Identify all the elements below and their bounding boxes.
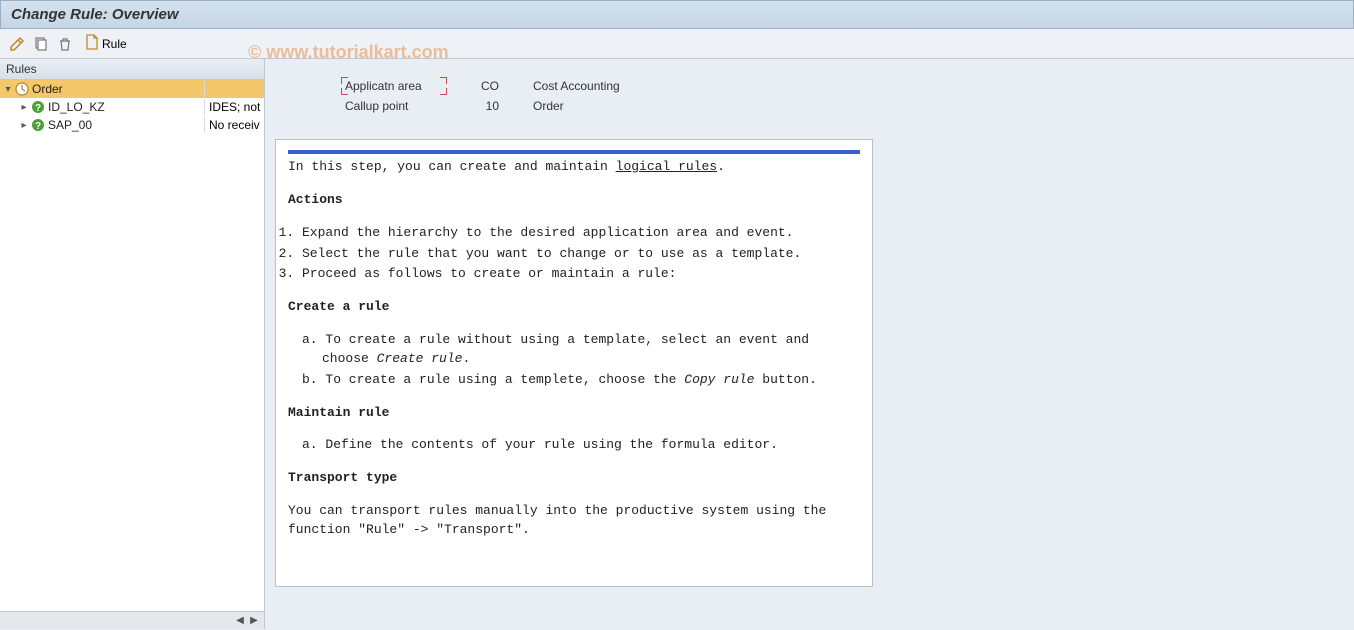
clock-icon bbox=[14, 81, 30, 97]
question-icon: ? bbox=[30, 117, 46, 133]
doc-maintain-list: a. Define the contents of your rule usin… bbox=[302, 436, 860, 455]
doc-create-list: a. To create a rule without using a temp… bbox=[302, 331, 860, 390]
form-area: Applicatn area CO Cost Accounting Callup… bbox=[265, 59, 1354, 129]
doc-actions-list: Expand the hierarchy to the desired appl… bbox=[302, 224, 860, 285]
expander-icon[interactable]: ▸ bbox=[18, 102, 30, 113]
expander-icon[interactable]: ▾ bbox=[2, 84, 14, 95]
copy-icon[interactable] bbox=[32, 35, 50, 53]
edit-icon[interactable] bbox=[8, 35, 26, 53]
main-container: Rules ▾ Order ▸ ? bbox=[0, 59, 1354, 629]
form-label-callup: Callup point bbox=[345, 99, 455, 113]
tree-body[interactable]: ▾ Order ▸ ? ID_LO_KZ IDES; not bbox=[0, 80, 264, 611]
document-icon bbox=[85, 34, 99, 53]
scroll-right-icon[interactable]: ▶ bbox=[248, 615, 260, 627]
delete-icon[interactable] bbox=[56, 35, 74, 53]
form-row-callup: Callup point 10 Order bbox=[345, 99, 1314, 113]
form-desc-app: Cost Accounting bbox=[533, 79, 620, 93]
doc-create-item: a. To create a rule without using a temp… bbox=[302, 331, 860, 369]
tree-col2: No receiv bbox=[205, 118, 264, 132]
doc-wrapper: In this step, you can create and maintai… bbox=[275, 139, 873, 587]
doc-create-item: b. To create a rule using a templete, ch… bbox=[302, 371, 860, 390]
form-value-app: CO bbox=[469, 79, 499, 93]
doc-action-item: Select the rule that you want to change … bbox=[302, 245, 860, 264]
question-icon: ? bbox=[30, 99, 46, 115]
doc-heading-transport: Transport type bbox=[288, 469, 860, 488]
doc-intro: In this step, you can create and maintai… bbox=[288, 158, 860, 177]
doc-rule bbox=[288, 150, 860, 154]
expander-icon[interactable]: ▸ bbox=[18, 120, 30, 131]
tree-row-order[interactable]: ▾ Order bbox=[0, 80, 264, 98]
rule-button-label: Rule bbox=[102, 37, 127, 51]
logical-rules-link[interactable]: logical rules bbox=[616, 159, 717, 174]
toolbar: Rule bbox=[0, 29, 1354, 59]
tree-label: ID_LO_KZ bbox=[48, 100, 105, 114]
tree-col2: IDES; not bbox=[205, 100, 264, 114]
doc-heading-create: Create a rule bbox=[288, 298, 860, 317]
doc-heading-actions: Actions bbox=[288, 191, 860, 210]
doc-maintain-item: a. Define the contents of your rule usin… bbox=[302, 436, 860, 455]
doc-action-item: Proceed as follows to create or maintain… bbox=[302, 265, 860, 284]
right-panel: Applicatn area CO Cost Accounting Callup… bbox=[265, 59, 1354, 629]
doc-heading-maintain: Maintain rule bbox=[288, 404, 860, 423]
doc-content[interactable]: In this step, you can create and maintai… bbox=[276, 140, 872, 586]
tree-row-item[interactable]: ▸ ? ID_LO_KZ IDES; not bbox=[0, 98, 264, 116]
tree-row-item[interactable]: ▸ ? SAP_00 No receiv bbox=[0, 116, 264, 134]
form-desc-callup: Order bbox=[533, 99, 564, 113]
rule-button[interactable]: Rule bbox=[80, 32, 132, 55]
tree-panel: Rules ▾ Order ▸ ? bbox=[0, 59, 265, 629]
svg-text:?: ? bbox=[35, 121, 41, 132]
tree-label: SAP_00 bbox=[48, 118, 92, 132]
form-row-app: Applicatn area CO Cost Accounting bbox=[345, 79, 1314, 93]
title-bar: Change Rule: Overview bbox=[0, 0, 1354, 29]
doc-transport-text: You can transport rules manually into th… bbox=[288, 502, 860, 540]
svg-text:?: ? bbox=[35, 103, 41, 114]
form-label-app: Applicatn area bbox=[345, 79, 455, 93]
tree-label: Order bbox=[32, 82, 63, 96]
page-title: Change Rule: Overview bbox=[11, 6, 179, 23]
form-value-callup: 10 bbox=[469, 99, 499, 113]
tree-header: Rules bbox=[0, 59, 264, 80]
doc-action-item: Expand the hierarchy to the desired appl… bbox=[302, 224, 860, 243]
horizontal-scroll: ◀ ▶ bbox=[0, 611, 264, 629]
scroll-left-icon[interactable]: ◀ bbox=[234, 615, 246, 627]
